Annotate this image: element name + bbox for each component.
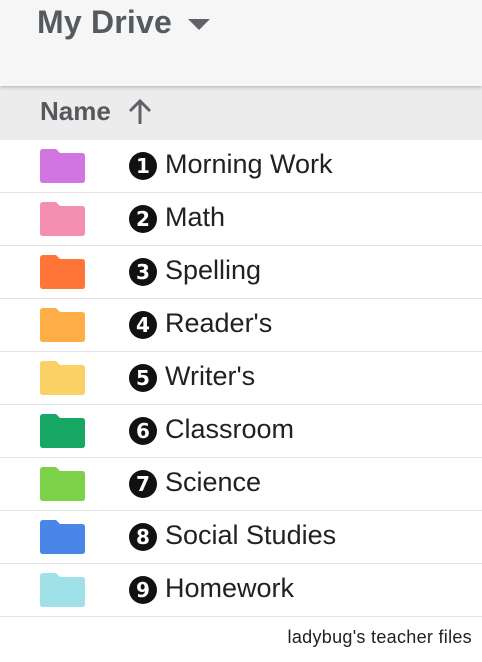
number-badge: 9 — [129, 576, 157, 604]
column-header-row: Name — [0, 86, 482, 140]
file-list: 1 Morning Work 2 Math 3 Spelling 4 Reader's 5 Wri… — [0, 140, 482, 617]
number-badge: 4 — [129, 311, 157, 339]
file-name: Classroom — [165, 414, 295, 444]
file-row[interactable]: 4 Reader's — [0, 299, 482, 352]
file-row[interactable]: 6 Classroom — [0, 405, 482, 458]
file-row[interactable]: 1 Morning Work — [0, 140, 482, 193]
file-row[interactable]: 7 Science — [0, 458, 482, 511]
number-badge: 5 — [129, 364, 157, 392]
folder-icon — [40, 467, 85, 501]
caret-down-icon[interactable] — [188, 19, 210, 30]
file-row[interactable]: 2 Math — [0, 193, 482, 246]
arrow-up-icon[interactable] — [125, 97, 155, 127]
sort-by-name-button[interactable]: Name — [40, 96, 155, 127]
file-row[interactable]: 9 Homework — [0, 564, 482, 617]
file-name: Writer's — [165, 361, 256, 391]
watermark-text: ladybug's teacher files — [287, 627, 472, 647]
number-badge: 8 — [129, 523, 157, 551]
file-name: Homework — [165, 573, 295, 603]
folder-icon — [40, 202, 85, 236]
file-name: Spelling — [165, 255, 262, 285]
folder-icon — [40, 520, 85, 554]
name-column-label: Name — [40, 96, 111, 126]
folder-icon — [40, 149, 85, 183]
file-name: Social Studies — [165, 520, 337, 550]
file-row[interactable]: 5 Writer's — [0, 352, 482, 405]
file-name: Math — [165, 202, 226, 232]
file-name: Morning Work — [165, 149, 333, 179]
folder-icon — [40, 573, 85, 607]
top-bar: My Drive — [0, 0, 482, 86]
file-row[interactable]: 3 Spelling — [0, 246, 482, 299]
file-row[interactable]: 8 Social Studies — [0, 511, 482, 564]
number-badge: 2 — [129, 205, 157, 233]
folder-icon — [40, 255, 85, 289]
number-badge: 3 — [129, 258, 157, 286]
folder-icon — [40, 308, 85, 342]
file-name: Reader's — [165, 308, 273, 338]
folder-icon — [40, 361, 85, 395]
file-name: Science — [165, 467, 262, 497]
folder-icon — [40, 414, 85, 448]
my-drive-dropdown[interactable]: My Drive — [37, 4, 210, 41]
number-badge: 1 — [129, 152, 157, 180]
my-drive-title: My Drive — [37, 4, 172, 40]
number-badge: 7 — [129, 470, 157, 498]
number-badge: 6 — [129, 417, 157, 445]
